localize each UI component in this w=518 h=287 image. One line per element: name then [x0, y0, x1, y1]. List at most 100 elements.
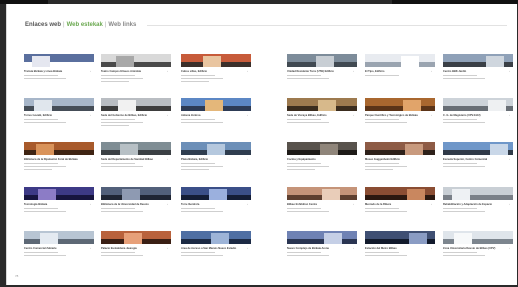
chevron-right-icon[interactable]: ›: [247, 246, 248, 250]
chevron-right-icon[interactable]: ›: [509, 69, 510, 73]
link-card[interactable]: Rehabilitación y Adaptación de Espacio ›: [443, 187, 513, 227]
chevron-right-icon[interactable]: ›: [431, 157, 432, 161]
chevron-right-icon[interactable]: ›: [509, 202, 510, 206]
link-card[interactable]: Escuela Superior, Centro Comercial ›: [443, 142, 513, 182]
building-photo[interactable]: [24, 54, 94, 67]
chevron-right-icon[interactable]: ›: [509, 157, 510, 161]
chevron-right-icon[interactable]: ›: [509, 246, 510, 250]
building-photo[interactable]: [287, 98, 357, 111]
card-title[interactable]: Estación del Metro Bilbao: [365, 247, 423, 250]
card-title[interactable]: Mercado de la Ribera: [365, 203, 423, 206]
chevron-right-icon[interactable]: ›: [353, 69, 354, 73]
chevron-right-icon[interactable]: ›: [167, 157, 168, 161]
card-title[interactable]: Área de Acceso a San Mamés Nuevo Estadio: [181, 247, 239, 250]
card-title[interactable]: Cocina y Equipamiento: [287, 158, 345, 161]
card-title[interactable]: C. G. de Magisterio (UPV-EHU): [443, 114, 501, 117]
building-photo[interactable]: [24, 142, 94, 155]
building-photo[interactable]: [443, 98, 513, 111]
chevron-right-icon[interactable]: ›: [90, 157, 91, 161]
link-card[interactable]: Unidad Residente Torre (UTB) Edificio ›: [287, 54, 357, 94]
chevron-right-icon[interactable]: ›: [90, 202, 91, 206]
card-title[interactable]: Palacio Euskalduna Jauregia: [101, 247, 159, 250]
card-title[interactable]: Rehabilitación y Adaptación de Espacio: [443, 203, 501, 206]
card-title[interactable]: Biblioteca de la Diputación Foral de Biz…: [24, 158, 82, 161]
chevron-right-icon[interactable]: ›: [90, 69, 91, 73]
card-title[interactable]: Cubos sillas, Edificio: [181, 70, 239, 73]
chevron-right-icon[interactable]: ›: [167, 113, 168, 117]
chevron-right-icon[interactable]: ›: [247, 113, 248, 117]
link-card[interactable]: Sede del Gobierno de Bilbao, Edificio ›: [101, 98, 171, 138]
building-photo[interactable]: [365, 231, 435, 244]
card-title[interactable]: Zona Universitaria Deusto de Bilbao (UPV…: [443, 247, 501, 250]
building-photo[interactable]: [101, 187, 171, 200]
link-card[interactable]: Área de Acceso a San Mamés Nuevo Estadio…: [181, 231, 251, 271]
card-title[interactable]: Tranvía Bizkaia y Línea Bizkaia: [24, 70, 82, 73]
card-title[interactable]: Sede del Departamento de Sanidad Bilbao: [101, 158, 159, 161]
chevron-right-icon[interactable]: ›: [431, 246, 432, 250]
link-card[interactable]: Cubos sillas, Edificio ›: [181, 54, 251, 94]
building-photo[interactable]: [101, 231, 171, 244]
building-photo[interactable]: [287, 142, 357, 155]
link-card[interactable]: Tranvía Bizkaia y Línea Bizkaia ›: [24, 54, 94, 94]
card-title[interactable]: Azkuna Zentroa: [181, 114, 239, 117]
link-card[interactable]: Nuevo Complejo de Bizkaia Arena ›: [287, 231, 357, 271]
building-photo[interactable]: [365, 187, 435, 200]
tab-enlaces-web[interactable]: Enlaces web: [25, 22, 61, 28]
card-title[interactable]: Sede de Vizcaya Bilbao, Edificio: [287, 114, 345, 117]
link-card[interactable]: Biblioteca de la Universidad de Deusto ›: [101, 187, 171, 227]
card-title[interactable]: Parque Científico y Tecnológico de Bizka…: [365, 114, 423, 117]
building-photo[interactable]: [101, 98, 171, 111]
card-title[interactable]: Tecnología Bizkaia: [24, 203, 82, 206]
card-title[interactable]: Escuela Superior, Centro Comercial: [443, 158, 501, 161]
link-card[interactable]: Palacio Euskalduna Jauregia ›: [101, 231, 171, 271]
link-card[interactable]: Sede de Vizcaya Bilbao, Edificio ›: [287, 98, 357, 138]
chevron-right-icon[interactable]: ›: [247, 202, 248, 206]
building-photo[interactable]: [287, 187, 357, 200]
card-title[interactable]: Sede del Gobierno de Bilbao, Edificio: [101, 114, 159, 117]
link-card[interactable]: Tecnología Bizkaia ›: [24, 187, 94, 227]
link-card[interactable]: Centro Comercial Zubiarte ›: [24, 231, 94, 271]
chevron-right-icon[interactable]: ›: [431, 202, 432, 206]
tab-web-links[interactable]: Web links: [108, 22, 136, 28]
chevron-right-icon[interactable]: ›: [90, 113, 91, 117]
link-card[interactable]: Bilbao Exhibition Centre ›: [287, 187, 357, 227]
building-photo[interactable]: [287, 231, 357, 244]
link-card[interactable]: Sede del Departamento de Sanidad Bilbao ›: [101, 142, 171, 182]
link-card[interactable]: C. G. de Magisterio (UPV-EHU) ›: [443, 98, 513, 138]
building-photo[interactable]: [365, 98, 435, 111]
card-title[interactable]: Torres Isozaki, Edificio: [24, 114, 82, 117]
link-card[interactable]: Plaza Bizkaia, Edificio ›: [181, 142, 251, 182]
link-card[interactable]: Cocina y Equipamiento ›: [287, 142, 357, 182]
link-card[interactable]: Azkuna Zentroa ›: [181, 98, 251, 138]
card-title[interactable]: El Tipo, Edificio: [365, 70, 423, 73]
card-title[interactable]: Centro BBK Jardín: [443, 70, 501, 73]
building-photo[interactable]: [181, 98, 251, 111]
building-photo[interactable]: [24, 98, 94, 111]
card-title[interactable]: Teatro Campos Elíseos Antzokia: [101, 70, 159, 73]
link-card[interactable]: Estación del Metro Bilbao ›: [365, 231, 435, 271]
chevron-right-icon[interactable]: ›: [247, 157, 248, 161]
card-title[interactable]: Centro Comercial Zubiarte: [24, 247, 82, 250]
link-card[interactable]: Parque Científico y Tecnológico de Bizka…: [365, 98, 435, 138]
card-title[interactable]: Bilbao Exhibition Centre: [287, 203, 345, 206]
building-photo[interactable]: [181, 142, 251, 155]
building-photo[interactable]: [181, 187, 251, 200]
link-card[interactable]: Torres Isozaki, Edificio ›: [24, 98, 94, 138]
chevron-right-icon[interactable]: ›: [353, 246, 354, 250]
building-photo[interactable]: [101, 54, 171, 67]
link-card[interactable]: Biblioteca de la Diputación Foral de Biz…: [24, 142, 94, 182]
building-photo[interactable]: [24, 187, 94, 200]
chevron-right-icon[interactable]: ›: [167, 69, 168, 73]
link-card[interactable]: Mercado de la Ribera ›: [365, 187, 435, 227]
building-photo[interactable]: [443, 54, 513, 67]
building-photo[interactable]: [443, 231, 513, 244]
card-title[interactable]: Unidad Residente Torre (UTB) Edificio: [287, 70, 345, 73]
building-photo[interactable]: [24, 231, 94, 244]
chevron-right-icon[interactable]: ›: [167, 246, 168, 250]
chevron-right-icon[interactable]: ›: [353, 113, 354, 117]
chevron-right-icon[interactable]: ›: [431, 113, 432, 117]
chevron-right-icon[interactable]: ›: [353, 157, 354, 161]
link-card[interactable]: El Tipo, Edificio ›: [365, 54, 435, 94]
chevron-right-icon[interactable]: ›: [247, 69, 248, 73]
building-photo[interactable]: [287, 54, 357, 67]
